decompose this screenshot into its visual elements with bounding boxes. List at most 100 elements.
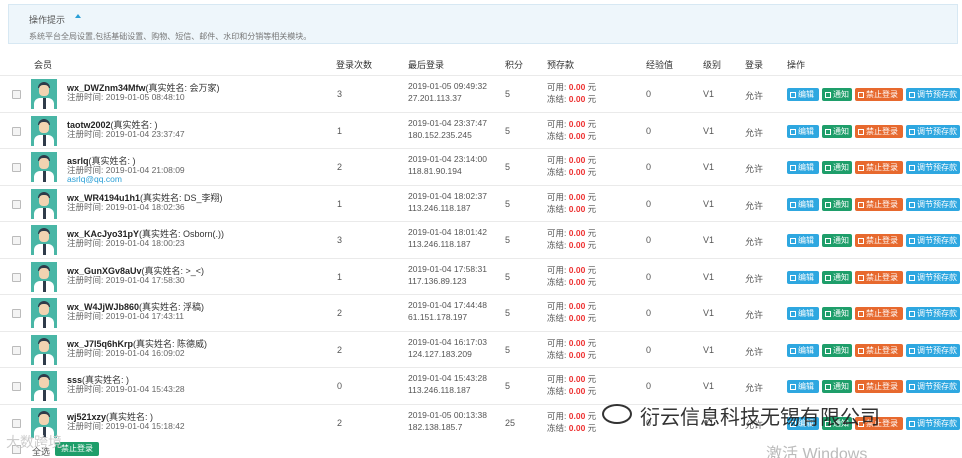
ban-login-button[interactable]: 禁止登录 — [855, 124, 903, 138]
edit-button[interactable]: 编辑 — [787, 234, 819, 247]
row-checkbox[interactable] — [12, 309, 21, 318]
available-label: 可用: — [547, 374, 567, 384]
notify-button[interactable]: 通知 — [822, 307, 852, 320]
currency-label: 元 — [587, 301, 597, 311]
windows-watermark: 激活 Windows — [766, 446, 868, 458]
tips-title[interactable]: 操作提示 — [29, 13, 65, 26]
row-checkbox[interactable] — [12, 199, 21, 209]
notify-button[interactable]: 通知 — [822, 380, 852, 393]
header-member: 会员 — [34, 60, 53, 70]
available-label: 可用: — [547, 337, 567, 348]
edit-button[interactable]: 编辑 — [787, 270, 819, 284]
edit-icon — [790, 311, 796, 317]
avatar-face — [39, 121, 49, 133]
edit-icon — [790, 238, 796, 244]
ban-login-button[interactable]: 禁止登录 — [855, 343, 903, 357]
edit-button[interactable]: 编辑 — [787, 307, 819, 320]
pencil-icon — [825, 384, 831, 390]
adjust-deposit-button[interactable]: 调节预存款 — [906, 270, 960, 284]
available-label: 可用: — [547, 301, 567, 311]
adjust-deposit-button[interactable]: 调节预存款 — [906, 161, 960, 174]
experience: 0 — [646, 89, 652, 99]
ban-login-button[interactable]: 禁止登录 — [855, 307, 903, 320]
adjust-deposit-button[interactable]: 调节预存款 — [906, 234, 960, 247]
row-checkbox[interactable] — [12, 345, 21, 355]
edit-label: 编辑 — [798, 126, 814, 136]
wallet-icon — [909, 384, 915, 390]
adjust-deposit-button[interactable]: 调节预存款 — [906, 416, 960, 430]
currency-label: 元 — [587, 167, 597, 177]
lock-icon — [858, 238, 864, 244]
login-status: 允许 — [745, 237, 764, 247]
adjust-label: 调节预存款 — [917, 163, 957, 172]
row-checkbox[interactable] — [12, 382, 21, 391]
notify-button[interactable]: 通知 — [822, 270, 852, 284]
edit-button[interactable]: 编辑 — [787, 380, 819, 393]
last-login-ip: 27.201.113.37 — [408, 93, 462, 103]
frozen-amount: 0.00 — [568, 240, 586, 250]
register-time: 注册时间: 2019-01-04 17:43:11 — [67, 311, 185, 321]
adjust-deposit-button[interactable]: 调节预存款 — [906, 380, 960, 393]
last-login-time: 2019-01-04 17:58:31 — [408, 263, 487, 274]
row-checkbox[interactable] — [12, 236, 21, 245]
ban-login-button[interactable]: 禁止登录 — [855, 88, 903, 101]
frozen-label: 冻结: — [547, 276, 567, 287]
edit-label: 编辑 — [798, 272, 814, 282]
notify-button[interactable]: 通知 — [822, 88, 852, 101]
notify-button[interactable]: 通知 — [822, 197, 852, 211]
balance-available: 可用: 0.00 元 — [547, 373, 596, 385]
edit-button[interactable]: 编辑 — [787, 88, 819, 101]
row-checkbox[interactable] — [12, 418, 21, 428]
notify-label: 通知 — [833, 309, 849, 318]
login-status: 允许 — [745, 164, 764, 174]
experience: 0 — [646, 381, 652, 391]
login-count: 2 — [337, 162, 343, 172]
row-checkbox[interactable] — [12, 126, 21, 136]
login-count: 1 — [337, 125, 343, 136]
ban-login-button[interactable]: 禁止登录 — [855, 161, 903, 174]
notify-button[interactable]: 通知 — [822, 124, 852, 138]
ban-login-button[interactable]: 禁止登录 — [855, 270, 903, 284]
table-row: wx_WR4194u1h1(真实姓名: DS_李翔) 注册时间: 2019-01… — [0, 184, 962, 221]
wallet-icon — [909, 165, 915, 171]
wallet-icon — [909, 420, 915, 427]
edit-button[interactable]: 编辑 — [787, 197, 819, 211]
available-amount: 0.00 — [568, 410, 586, 421]
member-email[interactable]: asrlq@qq.com — [67, 174, 122, 184]
notify-button[interactable]: 通知 — [822, 161, 852, 174]
avatar — [31, 371, 57, 401]
adjust-deposit-button[interactable]: 调节预存款 — [906, 197, 960, 211]
row-checkbox[interactable] — [12, 272, 21, 282]
balance-frozen: 冻结: 0.00 元 — [547, 385, 596, 397]
edit-button[interactable]: 编辑 — [787, 124, 819, 138]
edit-label: 编辑 — [798, 345, 814, 355]
ban-login-button[interactable]: 禁止登录 — [855, 380, 903, 393]
frozen-label: 冻结: — [547, 240, 567, 250]
ban-login-button[interactable]: 禁止登录 — [855, 197, 903, 211]
last-login-time: 2019-01-04 18:01:42 — [408, 227, 487, 237]
currency-label: 元 — [587, 349, 597, 360]
notify-button[interactable]: 通知 — [822, 234, 852, 247]
login-count: 1 — [337, 271, 343, 282]
ban-login-button[interactable]: 禁止登录 — [855, 234, 903, 247]
available-label: 可用: — [547, 228, 567, 238]
notify-button[interactable]: 通知 — [822, 343, 852, 357]
edit-icon — [790, 165, 796, 171]
edit-icon — [790, 347, 796, 354]
adjust-deposit-button[interactable]: 调节预存款 — [906, 88, 960, 101]
adjust-deposit-button[interactable]: 调节预存款 — [906, 343, 960, 357]
available-amount: 0.00 — [568, 191, 586, 202]
frozen-amount: 0.00 — [568, 313, 586, 323]
edit-button[interactable]: 编辑 — [787, 343, 819, 357]
caret-up-icon[interactable] — [75, 14, 81, 18]
last-login-time: 2019-01-04 16:17:03 — [408, 336, 487, 347]
edit-button[interactable]: 编辑 — [787, 161, 819, 174]
adjust-deposit-button[interactable]: 调节预存款 — [906, 307, 960, 320]
table-row: wx_KAcJyo31pY(真实姓名: Osborn(.)) 注册时间: 201… — [0, 221, 962, 257]
row-checkbox[interactable] — [12, 90, 21, 99]
currency-label: 元 — [587, 276, 597, 287]
login-count: 1 — [337, 198, 343, 209]
row-checkbox[interactable] — [12, 163, 21, 172]
adjust-deposit-button[interactable]: 调节预存款 — [906, 124, 960, 138]
last-login-time: 2019-01-05 00:13:38 — [408, 409, 487, 420]
